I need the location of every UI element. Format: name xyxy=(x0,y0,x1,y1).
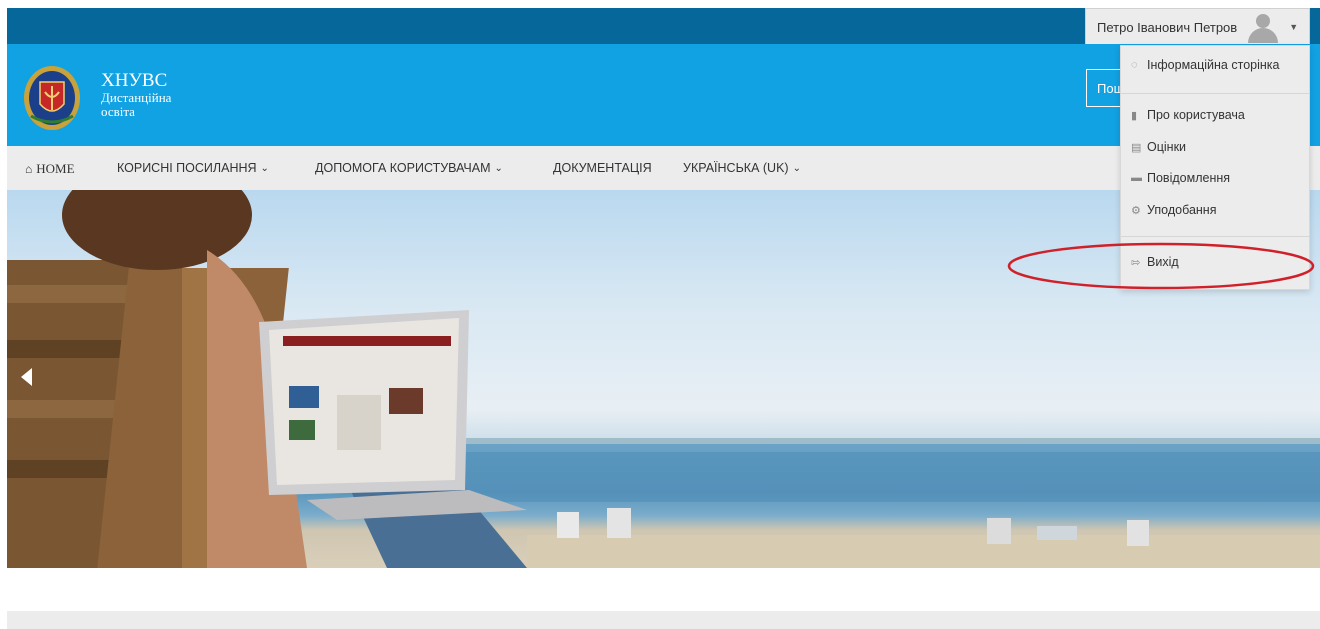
menu-item-grades[interactable]: ▤ Оцінки xyxy=(1131,140,1186,154)
logout-highlight-ellipse xyxy=(1007,242,1315,290)
grades-icon: ▤ xyxy=(1131,141,1142,154)
nav-language[interactable]: УКРАЇНСЬКА (UK) ⌄ xyxy=(683,161,801,175)
menu-item-preferences-label: Уподобання xyxy=(1147,203,1217,217)
chevron-down-icon: ⌄ xyxy=(494,162,503,174)
menu-divider xyxy=(1121,93,1309,94)
nav-home[interactable]: ⌂ HOME xyxy=(25,161,75,177)
university-crest-logo[interactable] xyxy=(21,62,83,132)
menu-item-profile[interactable]: ▮ Про користувача xyxy=(1131,108,1245,122)
menu-item-dashboard-label: Інформаційна сторінка xyxy=(1147,58,1280,72)
menu-item-preferences[interactable]: ⚙ Уподобання xyxy=(1131,203,1216,217)
nav-home-label: HOME xyxy=(36,161,75,176)
menu-item-messages[interactable]: ▬ Повідомлення xyxy=(1131,171,1230,185)
menu-item-dashboard[interactable]: ◌ Інформаційна сторінка xyxy=(1131,58,1279,72)
nav-documentation-label: ДОКУМЕНТАЦІЯ xyxy=(553,161,652,175)
user-name[interactable]: Петро Іванович Петров xyxy=(1097,20,1237,35)
menu-item-messages-label: Повідомлення xyxy=(1147,171,1231,185)
nav-user-help-label: ДОПОМОГА КОРИСТУВАЧАМ xyxy=(315,161,491,175)
message-icon: ▬ xyxy=(1131,172,1142,184)
gear-icon: ⚙ xyxy=(1131,204,1141,217)
home-icon: ⌂ xyxy=(25,162,33,176)
nav-documentation[interactable]: ДОКУМЕНТАЦІЯ xyxy=(553,161,652,175)
menu-item-grades-label: Оцінки xyxy=(1147,140,1187,154)
user-icon: ▮ xyxy=(1131,109,1138,122)
dashboard-icon: ◌ xyxy=(1131,59,1138,71)
user-avatar-icon[interactable] xyxy=(1245,11,1281,43)
content-strip xyxy=(7,611,1320,629)
menu-divider xyxy=(1121,236,1309,237)
site-name-line1[interactable]: ХНУВС xyxy=(101,71,171,91)
nav-useful-links-label: КОРИСНІ ПОСИЛАННЯ xyxy=(117,161,257,175)
nav-useful-links[interactable]: КОРИСНІ ПОСИЛАННЯ ⌄ xyxy=(117,161,269,175)
arrow-left-icon[interactable] xyxy=(21,368,32,386)
chevron-down-icon: ⌄ xyxy=(260,162,269,174)
menu-item-profile-label: Про користувача xyxy=(1147,108,1245,122)
chevron-down-icon: ⌄ xyxy=(792,162,801,174)
caret-down-icon[interactable]: ▼ xyxy=(1289,22,1298,32)
nav-user-help[interactable]: ДОПОМОГА КОРИСТУВАЧАМ ⌄ xyxy=(315,161,503,175)
site-name-line2[interactable]: Дистанційна xyxy=(101,91,171,105)
user-menu-toggle[interactable]: Петро Іванович Петров ▼ xyxy=(1085,8,1310,46)
site-name[interactable]: ХНУВС Дистанційна освіта xyxy=(101,71,171,118)
site-name-line3[interactable]: освіта xyxy=(101,104,171,119)
nav-language-label: УКРАЇНСЬКА (UK) xyxy=(683,161,789,175)
